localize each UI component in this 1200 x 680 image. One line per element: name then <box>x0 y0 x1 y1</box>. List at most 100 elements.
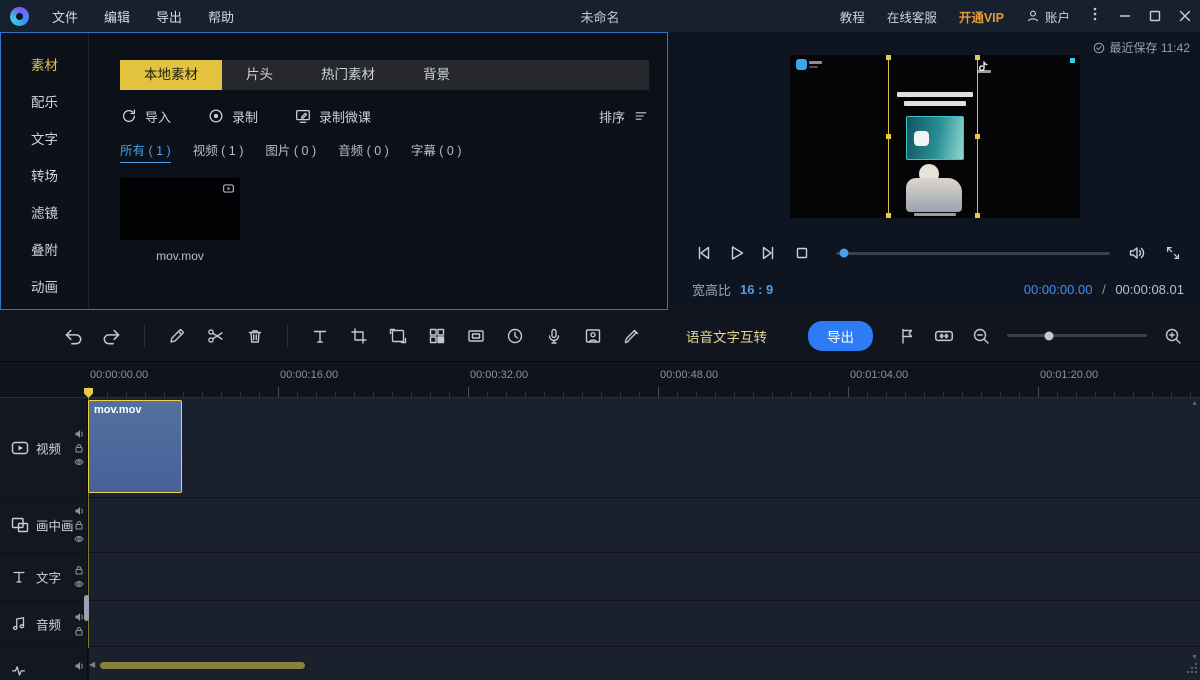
text-tool-icon[interactable] <box>309 325 331 347</box>
fit-timeline-icon[interactable] <box>933 325 955 347</box>
track-resize-handle[interactable] <box>84 595 89 621</box>
vip-button[interactable]: 开通VIP <box>948 7 1015 26</box>
lock-toggle-icon[interactable] <box>74 520 84 530</box>
undo-icon[interactable] <box>62 325 84 347</box>
track-video-lane[interactable] <box>89 398 1200 497</box>
scroll-up-arrow-icon[interactable]: ▲ <box>1191 400 1198 407</box>
volume-button[interactable] <box>1126 242 1148 264</box>
support-link[interactable]: 在线客服 <box>876 7 948 26</box>
account-button[interactable]: 账户 <box>1015 7 1080 26</box>
delete-icon[interactable] <box>244 325 266 347</box>
filter-subtitle[interactable]: 字幕 ( 0 ) <box>411 140 462 163</box>
zoom-out-icon[interactable] <box>970 325 992 347</box>
scroll-down-arrow-icon[interactable]: ▼ <box>1191 654 1198 661</box>
selection-handle[interactable] <box>886 55 891 60</box>
selection-handle[interactable] <box>886 134 891 139</box>
app-logo-icon[interactable] <box>10 7 29 26</box>
mute-toggle-icon[interactable] <box>74 612 84 622</box>
mosaic-icon[interactable] <box>426 325 448 347</box>
close-button[interactable] <box>1170 0 1200 32</box>
timeline-clip[interactable]: mov.mov <box>88 400 182 493</box>
preview-progress-slider[interactable] <box>836 252 1110 255</box>
track-extra-header <box>0 647 88 680</box>
stop-button[interactable] <box>791 242 813 264</box>
progress-knob[interactable] <box>840 249 849 258</box>
horizontal-scrollbar[interactable]: ◀ <box>88 661 1186 670</box>
filter-video[interactable]: 视频 ( 1 ) <box>193 140 244 163</box>
mask-icon[interactable] <box>465 325 487 347</box>
play-button[interactable] <box>725 242 747 264</box>
next-frame-button[interactable] <box>758 242 780 264</box>
duration-icon[interactable] <box>504 325 526 347</box>
import-button[interactable]: 导入 <box>120 107 171 126</box>
menu-help[interactable]: 帮助 <box>195 7 247 26</box>
more-menu-icon[interactable] <box>1080 6 1110 27</box>
sidebar-item-animation[interactable]: 动画 <box>1 269 88 306</box>
resize-grip[interactable] <box>1185 661 1198 679</box>
lock-toggle-icon[interactable] <box>74 565 84 575</box>
zoom-in-icon[interactable] <box>1162 325 1184 347</box>
visibility-toggle-icon[interactable] <box>74 457 84 467</box>
freeze-frame-icon[interactable] <box>387 325 409 347</box>
menu-edit[interactable]: 编辑 <box>91 7 143 26</box>
horizontal-scroll-thumb[interactable] <box>100 662 305 669</box>
split-icon[interactable] <box>205 325 227 347</box>
fullscreen-button[interactable] <box>1162 242 1184 264</box>
tutorial-link[interactable]: 教程 <box>829 7 876 26</box>
sidebar-item-media[interactable]: 素材 <box>1 47 88 84</box>
selection-handle[interactable] <box>975 134 980 139</box>
crop-icon[interactable] <box>348 325 370 347</box>
filter-all[interactable]: 所有 ( 1 ) <box>120 140 171 163</box>
tab-background[interactable]: 背景 <box>399 60 474 90</box>
zoom-knob[interactable] <box>1045 331 1054 340</box>
timeline-ruler[interactable]: 00:00:00.00 00:00:16.00 00:00:32.00 00:0… <box>0 362 1200 398</box>
filter-image[interactable]: 图片 ( 0 ) <box>265 140 316 163</box>
selection-handle[interactable] <box>975 213 980 218</box>
sidebar-item-filter[interactable]: 滤镜 <box>1 195 88 232</box>
sidebar-item-transition[interactable]: 转场 <box>1 158 88 195</box>
maximize-button[interactable] <box>1140 0 1170 32</box>
tab-intro[interactable]: 片头 <box>222 60 297 90</box>
scroll-left-arrow-icon[interactable]: ◀ <box>89 660 95 669</box>
visibility-toggle-icon[interactable] <box>74 579 84 589</box>
minimize-button[interactable] <box>1110 0 1140 32</box>
sort-button[interactable]: 排序 <box>599 107 649 126</box>
lock-toggle-icon[interactable] <box>74 626 84 636</box>
sidebar-item-overlay[interactable]: 叠附 <box>1 232 88 269</box>
mute-toggle-icon[interactable] <box>74 661 84 671</box>
aspect-ratio-value[interactable]: 16 : 9 <box>740 282 773 297</box>
voiceover-icon[interactable] <box>543 325 565 347</box>
tab-local-media[interactable]: 本地素材 <box>120 60 222 90</box>
visibility-toggle-icon[interactable] <box>74 534 84 544</box>
record-button[interactable]: 录制 <box>207 107 258 126</box>
prev-frame-button[interactable] <box>692 242 714 264</box>
menu-export[interactable]: 导出 <box>143 7 195 26</box>
track-pip-lane[interactable] <box>89 498 1200 552</box>
mute-toggle-icon[interactable] <box>74 429 84 439</box>
selection-handle[interactable] <box>975 55 980 60</box>
media-item[interactable]: mov.mov <box>120 178 240 263</box>
track-text-lane[interactable] <box>89 553 1200 600</box>
export-button[interactable]: 导出 <box>808 321 873 351</box>
preview-canvas[interactable] <box>790 55 1080 218</box>
filter-audio[interactable]: 音频 ( 0 ) <box>338 140 389 163</box>
timeline-zoom-slider[interactable] <box>1007 334 1147 337</box>
vertical-scrollbar[interactable]: ▲ ▼ <box>1189 398 1199 666</box>
quick-style-icon[interactable] <box>621 325 643 347</box>
record-lesson-button[interactable]: 录制微课 <box>294 107 371 126</box>
track-audio-lane[interactable] <box>89 601 1200 646</box>
speech-text-button[interactable]: 语音文字互转 <box>686 326 767 346</box>
sidebar-item-text[interactable]: 文字 <box>1 121 88 158</box>
rotate-handle[interactable] <box>1070 58 1075 63</box>
portrait-icon[interactable] <box>582 325 604 347</box>
marker-icon[interactable] <box>896 325 918 347</box>
selection-handle[interactable] <box>886 213 891 218</box>
menu-file[interactable]: 文件 <box>39 7 91 26</box>
edit-icon[interactable] <box>166 325 188 347</box>
media-thumbnail[interactable] <box>120 178 240 240</box>
lock-toggle-icon[interactable] <box>74 443 84 453</box>
redo-icon[interactable] <box>101 325 123 347</box>
sidebar-item-music[interactable]: 配乐 <box>1 84 88 121</box>
tab-hot-media[interactable]: 热门素材 <box>297 60 399 90</box>
mute-toggle-icon[interactable] <box>74 506 84 516</box>
